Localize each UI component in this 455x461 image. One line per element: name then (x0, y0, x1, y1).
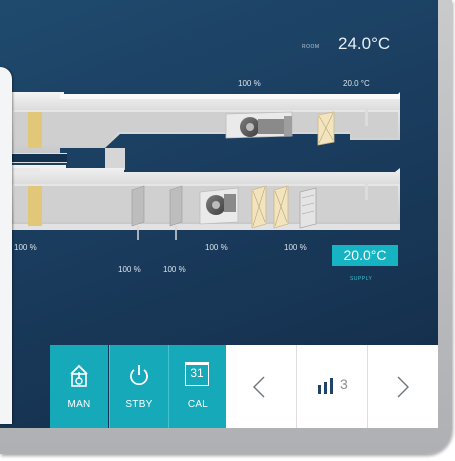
manual-mode-button[interactable]: MAN (50, 345, 108, 428)
power-icon (130, 365, 148, 386)
chevron-left-icon (253, 376, 265, 398)
coil-2 (273, 185, 289, 229)
previous-button[interactable] (226, 345, 297, 428)
fan-level-number: 3 (340, 376, 348, 392)
damper-a (131, 185, 145, 240)
side-panel[interactable] (0, 67, 12, 424)
supply-fan-percent: 100 % (205, 243, 228, 252)
supply-sensor (365, 182, 368, 200)
supply-temperature: 20.0°C (332, 245, 398, 266)
damper-b (169, 185, 183, 240)
bottom-bar: MAN STBY 31 CAL 3 (0, 345, 438, 428)
damper-b-percent: 100 % (163, 265, 186, 274)
manual-mode-label: MAN (67, 399, 91, 410)
hvac-screen: ROOM 24.0°C 100 % 20.0 °C 100 % 100 % 10… (0, 0, 438, 428)
calendar-button[interactable]: 31 CAL (168, 345, 227, 428)
thermostat-icon (70, 364, 88, 387)
bypass-channel-dark (12, 154, 67, 162)
next-button[interactable] (368, 345, 438, 428)
calendar-day: 31 (190, 366, 204, 380)
exhaust-fan (225, 111, 293, 139)
standby-button[interactable]: STBY (109, 345, 168, 428)
fan-level-icon (318, 378, 333, 394)
lower-duct-top (12, 165, 400, 184)
upper-fan-percent: 100 % (238, 79, 261, 88)
coil-percent: 100 % (284, 243, 307, 252)
supply-label: SUPPLY (350, 276, 373, 282)
upper-filter (317, 111, 335, 146)
navigation-area: 3 (226, 345, 438, 428)
standby-label: STBY (125, 399, 153, 410)
ahu-diagram (12, 92, 400, 240)
upper-duct-inner (14, 112, 398, 146)
fan-speed-button[interactable]: 3 (297, 345, 368, 428)
supply-fan (199, 187, 239, 225)
upper-duct-top-face (60, 94, 400, 99)
heat-recovery-percent: 100 % (14, 243, 37, 252)
calendar-icon: 31 (185, 362, 209, 386)
damper-a-percent: 100 % (118, 265, 141, 274)
coil-1 (251, 185, 267, 229)
bypass-link (105, 148, 125, 170)
silencer (299, 187, 317, 229)
calendar-label: CAL (187, 399, 209, 410)
chevron-right-icon (397, 376, 409, 398)
lower-duct-floor (12, 224, 400, 230)
upper-temperature: 20.0 °C (343, 79, 370, 88)
upper-sensor (365, 108, 368, 126)
